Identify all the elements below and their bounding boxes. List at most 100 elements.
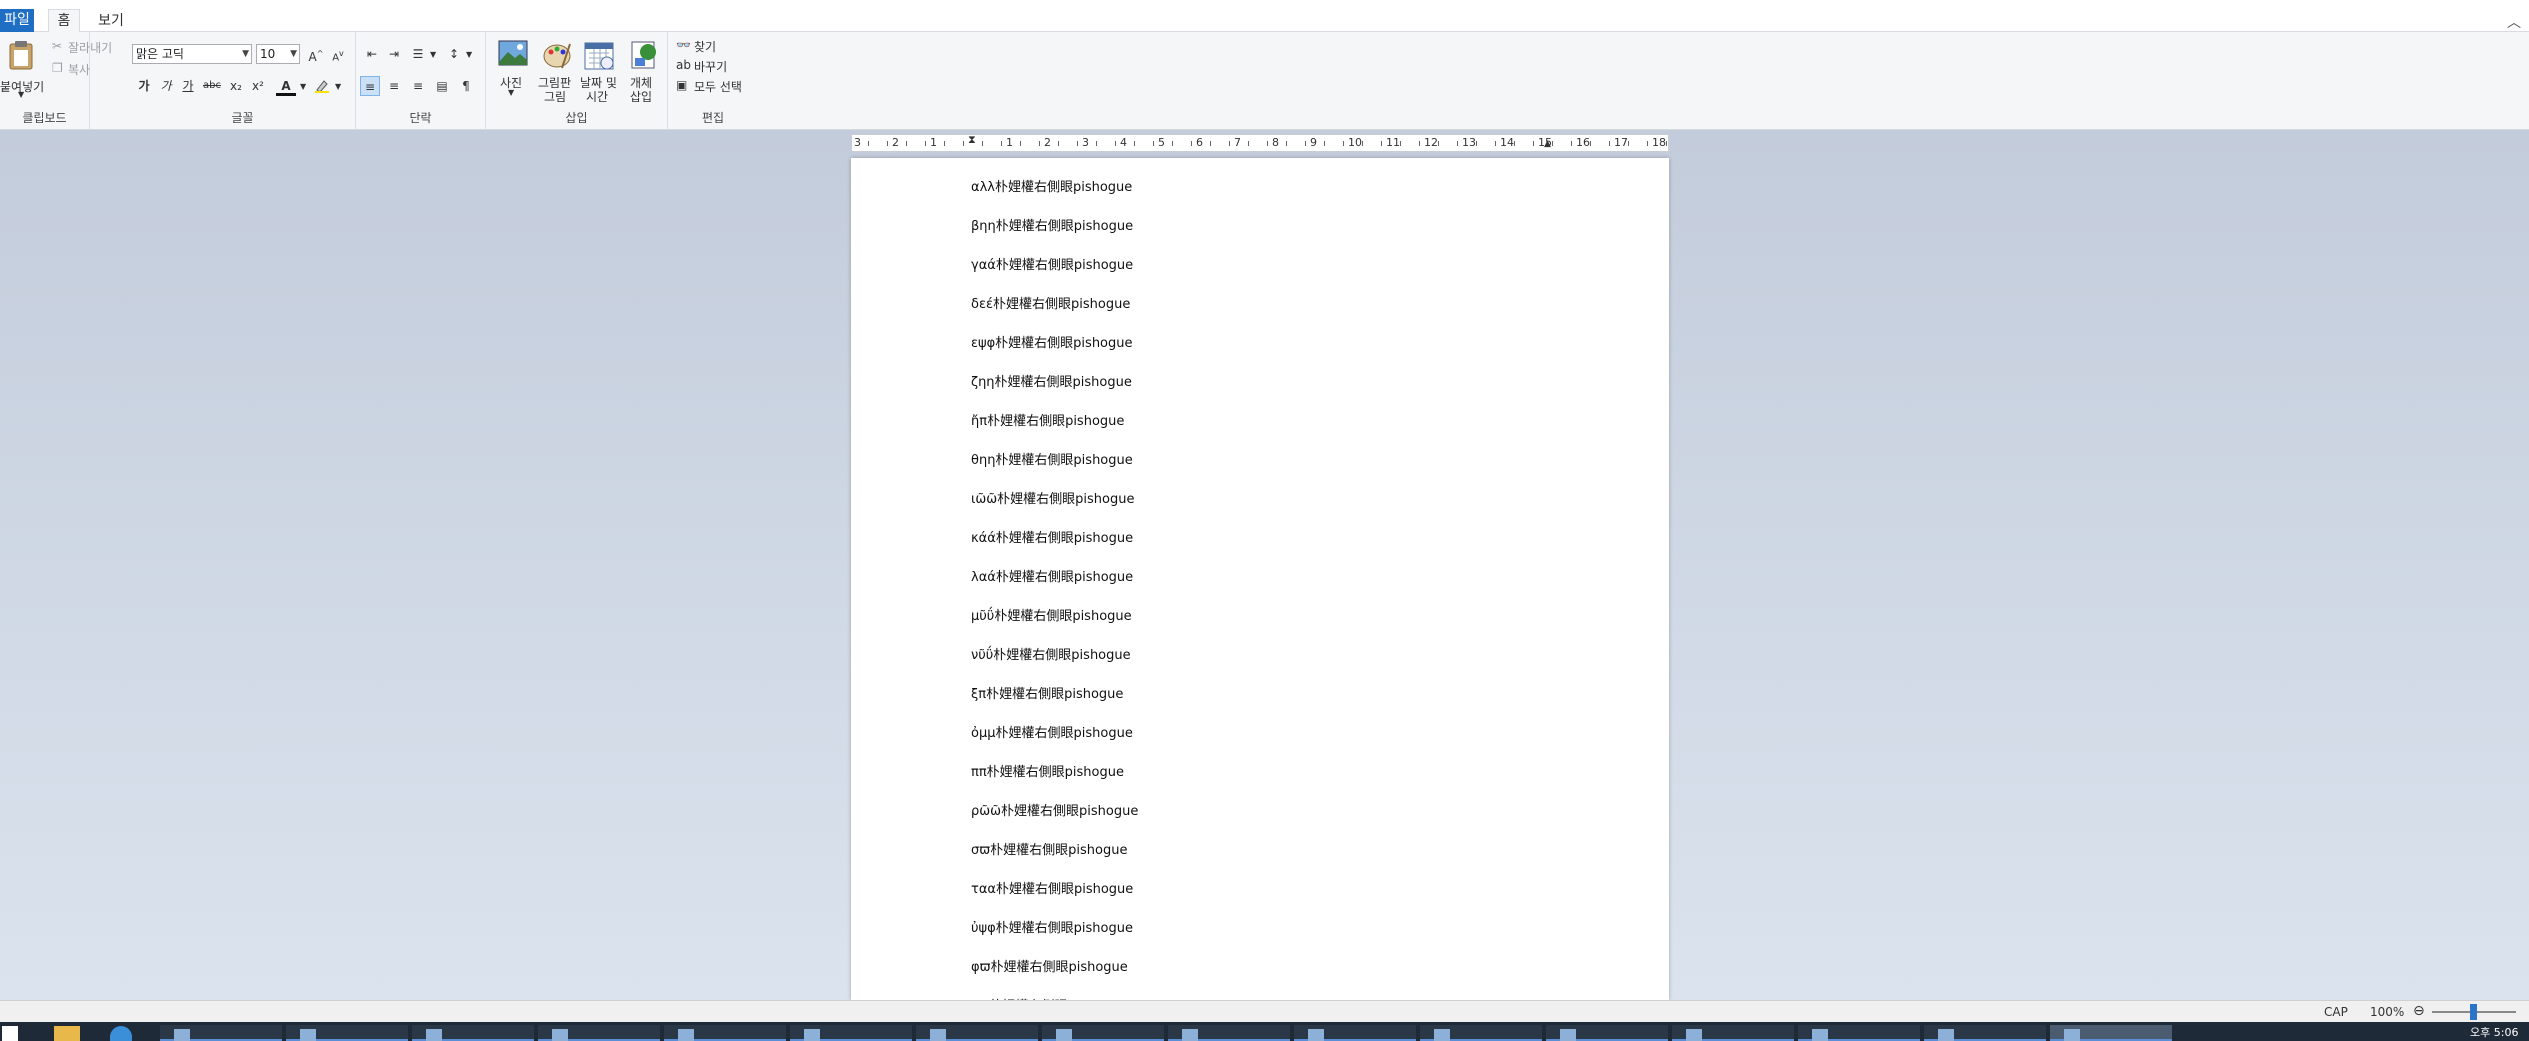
tab-view[interactable]: 보기	[96, 10, 126, 32]
document-text-line[interactable]: σϖ朴娌權右側眼pishogue	[971, 839, 1127, 858]
grow-font-button[interactable]: A^	[306, 44, 326, 64]
document-page[interactable]: αλλ朴娌權右側眼pishogue βηη朴娌權右側眼pishogue γαά朴娌權…	[851, 158, 1669, 1000]
shrink-font-button[interactable]: Av	[328, 44, 348, 64]
document-text-line[interactable]: ταα朴娌權右側眼pishogue	[971, 878, 1133, 897]
insert-object-button[interactable]: 개체 삽입	[624, 38, 664, 104]
ruler-minor-tick	[1171, 141, 1173, 146]
increase-indent-icon[interactable]: ⇥	[384, 44, 404, 64]
font-color-button[interactable]: A	[276, 76, 296, 96]
line-spacing-icon[interactable]: ↕	[444, 44, 464, 64]
document-text-line[interactable]: ξπ朴娌權右側眼pishogue	[971, 683, 1123, 702]
justify-icon[interactable]: ▤	[432, 76, 452, 96]
taskbar-app-button[interactable]	[1924, 1025, 2046, 1041]
document-text-line[interactable]: ρῶῶ朴娌權右側眼pishogue	[971, 800, 1138, 819]
italic-button[interactable]: 가	[156, 76, 176, 96]
align-center-icon[interactable]: ≡	[384, 76, 404, 96]
paint-drawing-label-2: 그림	[544, 90, 567, 104]
taskbar-app-button[interactable]	[1672, 1025, 1794, 1041]
insert-picture-button[interactable]: 사진 ▼	[494, 38, 530, 100]
find-button[interactable]: 찾기	[694, 38, 716, 55]
taskbar-app-button[interactable]	[538, 1025, 660, 1041]
replace-button[interactable]: 바꾸기	[694, 58, 727, 75]
document-text-line[interactable]: δεέ朴娌權右側眼pishogue	[971, 293, 1130, 312]
taskbar-app-button[interactable]	[1168, 1025, 1290, 1041]
document-text-line[interactable]: εψφ朴娌權右側眼pishogue	[971, 332, 1133, 351]
tab-file[interactable]: 파일	[0, 9, 34, 33]
document-text-line[interactable]: ππ朴娌權右側眼pishogue	[971, 761, 1124, 780]
taskbar-app-button[interactable]	[412, 1025, 534, 1041]
tab-home[interactable]: 홈	[48, 9, 80, 33]
highlight-button[interactable]	[312, 76, 332, 96]
file-explorer-icon[interactable]	[54, 1026, 80, 1041]
cut-button[interactable]: 잘라내기	[68, 39, 112, 56]
zoom-out-icon[interactable]: ⊖	[2413, 1003, 2425, 1019]
document-text-line[interactable]: γαά朴娌權右側眼pishogue	[971, 254, 1133, 273]
paste-button[interactable]: 붙여넣기 ▼	[0, 38, 44, 99]
taskbar-app-button[interactable]	[286, 1025, 408, 1041]
document-text-line[interactable]: ἤπ朴娌權右側眼pishogue	[971, 410, 1124, 429]
document-text-line[interactable]: νῦΰ朴娌權右側眼pishogue	[971, 644, 1131, 663]
calendar-icon	[584, 42, 614, 70]
document-text-line[interactable]: βηη朴娌權右側眼pishogue	[971, 215, 1133, 234]
taskbar-app-button[interactable]	[1042, 1025, 1164, 1041]
strikethrough-button[interactable]: abc	[202, 76, 222, 96]
taskbar-app-button[interactable]	[1294, 1025, 1416, 1041]
bullet-list-icon[interactable]: ☰	[408, 44, 428, 64]
taskbar-app-button[interactable]	[664, 1025, 786, 1041]
document-text-line[interactable]: θηη朴娌權右側眼pishogue	[971, 449, 1133, 468]
font-name-select[interactable]: 맑은 고딕 ▼	[132, 44, 252, 64]
system-tray[interactable]	[2200, 1028, 2450, 1041]
taskbar-app-button[interactable]	[916, 1025, 1038, 1041]
status-bar: CAP 100% ⊖	[0, 1000, 2529, 1022]
browser-icon[interactable]	[110, 1026, 132, 1041]
document-text-line[interactable]: ὐψφ朴娌權右側眼pishogue	[971, 917, 1133, 936]
ruler-minor-tick	[1665, 141, 1667, 146]
document-text-line[interactable]: ὀμμ朴娌權右側眼pishogue	[971, 722, 1133, 741]
ruler-tick-label: 5	[1158, 136, 1165, 149]
bold-button[interactable]: 가	[134, 76, 154, 96]
ruler-minor-tick	[981, 141, 983, 146]
select-all-icon: ▣	[676, 78, 688, 92]
document-text-line[interactable]: ζηη朴娌權右側眼pishogue	[971, 371, 1132, 390]
taskbar-clock[interactable]: 오후 5:06	[2470, 1024, 2518, 1040]
taskbar-app-button[interactable]	[1546, 1025, 1668, 1041]
paragraph-settings-icon[interactable]: ¶	[456, 76, 476, 96]
document-text-line[interactable]: ιῶῶ朴娌權右側眼pishogue	[971, 488, 1135, 507]
taskbar: 오후 5:06	[0, 1022, 2529, 1041]
ruler-tick-label: 17	[1614, 136, 1628, 149]
font-group: 맑은 고딕 ▼ 10 ▼ A^ Av 가 가 가 abc x₂ x² A ▼ ▼ 글…	[130, 32, 356, 130]
start-button[interactable]	[2, 1026, 18, 1041]
underline-button[interactable]: 가	[178, 76, 198, 96]
indent-marker-icon[interactable]: ⧗	[968, 135, 976, 147]
taskbar-app-button[interactable]	[160, 1025, 282, 1041]
document-text-line[interactable]: μῦΰ朴娌權右側眼pishogue	[971, 605, 1132, 624]
ruler[interactable]: 3 2 1 1 2 3 4 5 6 7 8 9 10 11 12 13 14 15 16 17 18 ⧗ ▲	[851, 134, 1669, 152]
ruler-minor-tick	[1608, 141, 1610, 146]
insert-datetime-button[interactable]: 날짜 및 시간	[578, 38, 622, 104]
align-left-icon[interactable]: ≡	[360, 76, 380, 96]
editing-group-label: 편집	[701, 111, 725, 125]
zoom-slider-thumb[interactable]	[2470, 1004, 2477, 1020]
superscript-button[interactable]: x²	[248, 76, 268, 96]
font-size-select[interactable]: 10 ▼	[256, 44, 300, 64]
taskbar-app-button[interactable]	[2050, 1025, 2172, 1041]
select-all-button[interactable]: 모두 선택	[694, 78, 742, 95]
document-text-line[interactable]: λαά朴娌權右側眼pishogue	[971, 566, 1133, 585]
zoom-slider[interactable]	[2432, 1004, 2516, 1020]
document-text-line[interactable]: κάά朴娌權右側眼pishogue	[971, 527, 1133, 546]
align-right-icon[interactable]: ≡	[408, 76, 428, 96]
ruler-minor-tick	[1247, 141, 1249, 146]
taskbar-app-button[interactable]	[1798, 1025, 1920, 1041]
right-indent-marker-icon[interactable]: ▲	[1544, 139, 1551, 149]
collapse-ribbon-icon[interactable]: ︿	[2507, 12, 2521, 32]
decrease-indent-icon[interactable]: ⇤	[362, 44, 382, 64]
paint-drawing-button[interactable]: 그림판 그림	[536, 38, 576, 104]
copy-button[interactable]: 복사	[68, 61, 90, 78]
taskbar-app-button[interactable]	[1420, 1025, 1542, 1041]
document-text-line[interactable]: αλλ朴娌權右側眼pishogue	[971, 176, 1132, 195]
taskbar-app-button[interactable]	[790, 1025, 912, 1041]
subscript-button[interactable]: x₂	[226, 76, 246, 96]
object-icon	[631, 41, 656, 69]
paragraph-group: ⇤ ⇥ ☰ ▼ ↕ ▼ ≡ ≡ ≡ ▤ ¶ 단락	[356, 32, 486, 130]
document-text-line[interactable]: φϖ朴娌權右側眼pishogue	[971, 956, 1128, 975]
